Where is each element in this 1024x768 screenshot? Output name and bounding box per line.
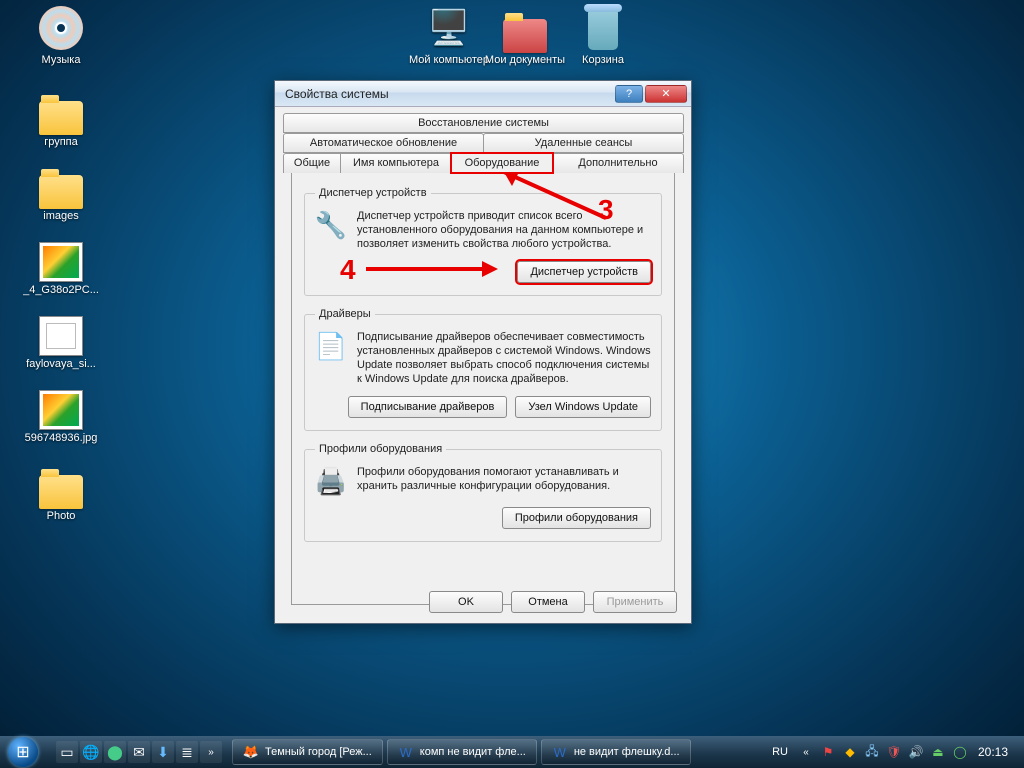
device-manager-button[interactable]: Диспетчер устройств: [517, 261, 651, 283]
description: Диспетчер устройств приводит список всег…: [357, 209, 651, 251]
ql-show-desktop[interactable]: ▭: [56, 741, 78, 763]
desktop-icon-file-faylovaya[interactable]: faylovaya_si...: [18, 308, 104, 370]
desktop-icon-my-documents[interactable]: Мои документы: [482, 4, 568, 66]
desktop-icon-file-596[interactable]: 596748936.jpg: [18, 382, 104, 444]
desktop-icon-file-4g38[interactable]: _4_G38o2PC...: [18, 234, 104, 296]
tray-app-icon[interactable]: ◯: [952, 744, 968, 760]
task-label: не видит флешку.d...: [574, 746, 680, 758]
help-icon: ?: [626, 88, 632, 100]
legend: Профили оборудования: [315, 443, 446, 455]
firefox-icon: 🦊: [243, 744, 259, 760]
device-manager-icon: 🔧: [315, 209, 347, 241]
desktop-icon-my-computer[interactable]: 🖥️ Мой компьютер: [406, 4, 492, 66]
hardware-profiles-button[interactable]: Профили оборудования: [502, 507, 651, 529]
tray-usb-icon[interactable]: ⏏: [930, 744, 946, 760]
word-icon: W: [398, 744, 414, 760]
ql-overflow[interactable]: »: [200, 741, 222, 763]
task-word-1[interactable]: W комп не видит фле...: [387, 739, 537, 765]
tray-flag-icon[interactable]: ⚑: [820, 744, 836, 760]
tab-computer-name[interactable]: Имя компьютера: [340, 153, 452, 173]
label: images: [18, 210, 104, 222]
task-label: комп не видит фле...: [420, 746, 526, 758]
tabstrip: Восстановление системы Автоматическое об…: [275, 107, 691, 605]
chrome-icon: ⬤: [107, 744, 123, 761]
group-hardware-profiles: Профили оборудования 🖨️ Профили оборудов…: [304, 443, 662, 542]
windows-update-button[interactable]: Узел Windows Update: [515, 396, 651, 418]
clock[interactable]: 20:13: [974, 745, 1012, 759]
close-icon: ✕: [661, 87, 670, 100]
driver-signing-button[interactable]: Подписывание драйверов: [348, 396, 508, 418]
apply-button[interactable]: Применить: [593, 591, 677, 613]
desktop-icon-photo[interactable]: Photo: [18, 460, 104, 522]
mail-icon: ✉: [133, 744, 145, 761]
cancel-button[interactable]: Отмена: [511, 591, 585, 613]
close-button[interactable]: ✕: [645, 85, 687, 103]
ql-browser[interactable]: 🌐: [80, 741, 102, 763]
desktop-icon-images[interactable]: images: [18, 160, 104, 222]
system-tray: RU « ⚑ ◆ 🖧 🛡 🔊 ⏏ ◯ 20:13: [768, 744, 1018, 760]
ql-list[interactable]: ≣: [176, 741, 198, 763]
chevron-left-icon: «: [803, 747, 809, 758]
hardware-profiles-icon: 🖨️: [315, 465, 347, 497]
ok-button[interactable]: OK: [429, 591, 503, 613]
tray-shield-icon[interactable]: 🛡: [886, 744, 902, 760]
tray-network-icon[interactable]: 🖧: [864, 744, 880, 760]
dialog-buttons: OK Отмена Применить: [429, 591, 677, 613]
label: группа: [18, 136, 104, 148]
description: Подписывание драйверов обеспечивает совм…: [357, 330, 651, 386]
ql-chrome[interactable]: ⬤: [104, 741, 126, 763]
download-icon: ⬇: [157, 744, 169, 761]
label: Музыка: [18, 54, 104, 66]
group-device-manager: Диспетчер устройств 🔧 Диспетчер устройст…: [304, 187, 662, 296]
tab-advanced[interactable]: Дополнительно: [552, 153, 684, 173]
titlebar[interactable]: Свойства системы ? ✕: [275, 81, 691, 107]
ql-download[interactable]: ⬇: [152, 741, 174, 763]
legend: Диспетчер устройств: [315, 187, 431, 199]
legend: Драйверы: [315, 308, 375, 320]
tab-general[interactable]: Общие: [283, 153, 341, 173]
label: 596748936.jpg: [18, 432, 104, 444]
desktop-icon: ▭: [60, 744, 73, 761]
description: Профили оборудования помогают устанавлив…: [357, 465, 651, 497]
task-word-2[interactable]: W не видит флешку.d...: [541, 739, 691, 765]
tray-overflow[interactable]: «: [798, 744, 814, 760]
label: Мой компьютер: [406, 54, 492, 66]
tab-hardware[interactable]: Оборудование: [451, 153, 553, 173]
list-icon: ≣: [181, 744, 193, 761]
start-button[interactable]: [0, 737, 46, 767]
group-drivers: Драйверы 📄 Подписывание драйверов обеспе…: [304, 308, 662, 431]
tab-remote[interactable]: Удаленные сеансы: [483, 133, 684, 153]
desktop-icon-group[interactable]: группа: [18, 86, 104, 148]
globe-icon: 🌐: [82, 744, 99, 761]
label: Photo: [18, 510, 104, 522]
taskbar: ▭ 🌐 ⬤ ✉ ⬇ ≣ » 🦊 Темный город [Реж... W к…: [0, 736, 1024, 768]
tray-volume-icon[interactable]: 🔊: [908, 744, 924, 760]
tab-system-restore[interactable]: Восстановление системы: [283, 113, 684, 133]
desktop-icon-recycle-bin[interactable]: Корзина: [560, 4, 646, 66]
tabpage-hardware: Диспетчер устройств 🔧 Диспетчер устройст…: [291, 173, 675, 605]
language-indicator[interactable]: RU: [768, 746, 792, 758]
help-button[interactable]: ?: [615, 85, 643, 103]
windows-orb-icon: [8, 737, 38, 767]
task-label: Темный город [Реж...: [265, 746, 372, 758]
computer-icon: 🖥️: [428, 8, 470, 48]
drivers-icon: 📄: [315, 330, 347, 362]
ql-mail[interactable]: ✉: [128, 741, 150, 763]
quick-launch: ▭ 🌐 ⬤ ✉ ⬇ ≣ »: [50, 741, 228, 763]
window-title: Свойства системы: [285, 87, 389, 101]
tray-update-icon[interactable]: ◆: [842, 744, 858, 760]
desktop-icon-music[interactable]: Музыка: [18, 4, 104, 66]
word-icon: W: [552, 744, 568, 760]
label: Корзина: [560, 54, 646, 66]
label: _4_G38o2PC...: [18, 284, 104, 296]
label: Мои документы: [482, 54, 568, 66]
tab-auto-updates[interactable]: Автоматическое обновление: [283, 133, 484, 153]
task-firefox[interactable]: 🦊 Темный город [Реж...: [232, 739, 383, 765]
system-properties-dialog: Свойства системы ? ✕ Восстановление сист…: [274, 80, 692, 624]
label: faylovaya_si...: [18, 358, 104, 370]
chevron-right-icon: »: [208, 747, 214, 758]
